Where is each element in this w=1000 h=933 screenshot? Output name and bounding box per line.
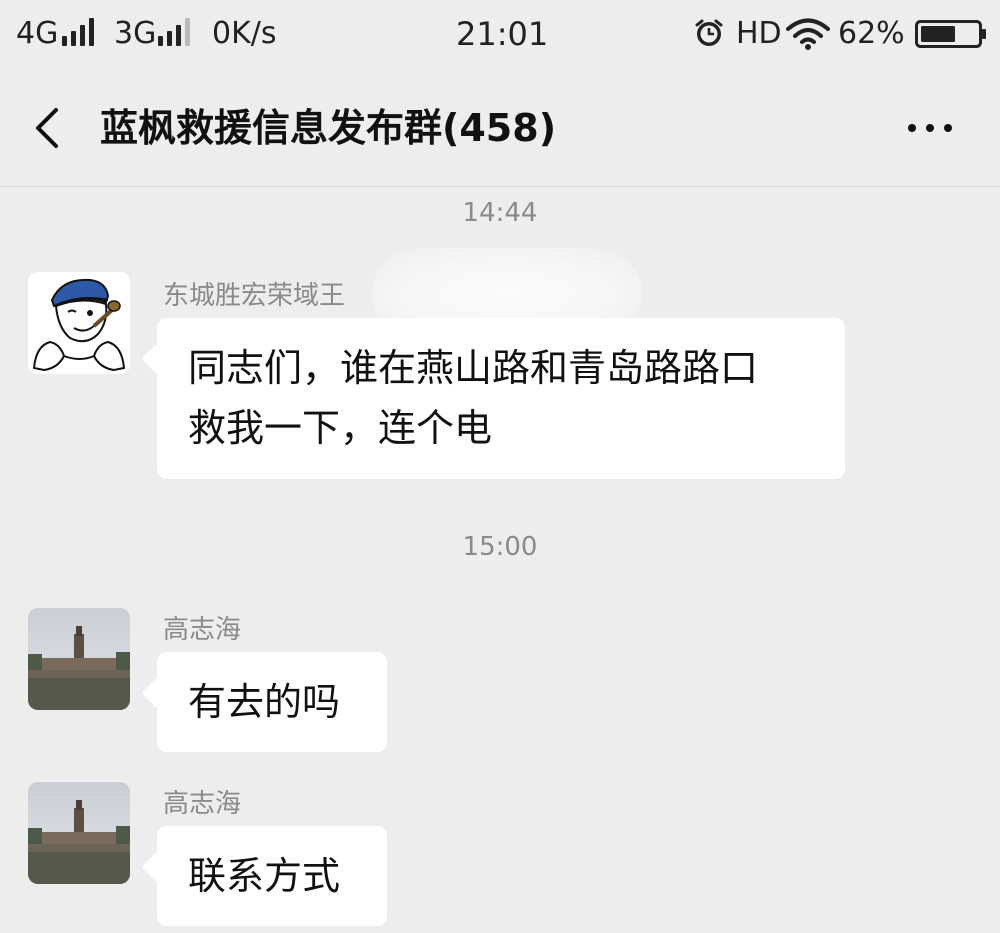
cartoon-sailor-avatar-icon xyxy=(28,272,130,374)
battery-percent: 62% xyxy=(838,16,905,51)
avatar[interactable] xyxy=(28,782,130,884)
hd-indicator: HD xyxy=(736,16,782,51)
battery-icon xyxy=(915,20,986,48)
back-chevron-icon[interactable] xyxy=(28,104,68,152)
avatar[interactable] xyxy=(28,608,130,710)
message-text-line: 有去的吗 xyxy=(188,680,341,724)
network-type-4g: 4G xyxy=(16,16,59,51)
message-text-line: 救我一下，连个电 xyxy=(188,406,493,450)
message-text-line: 同志们，谁在燕山路和青岛路路口 xyxy=(188,346,759,390)
message-timestamp: 14:44 xyxy=(462,198,538,228)
network-speed: 0K/s xyxy=(212,16,277,51)
chat-title: 蓝枫救援信息发布群(458) xyxy=(100,106,557,150)
sender-name: 高志海 xyxy=(163,615,242,645)
landscape-building-avatar-icon xyxy=(28,782,130,884)
status-time: 21:01 xyxy=(456,15,549,53)
sender-name: 东城胜宏荣域王 xyxy=(163,281,346,311)
alarm-icon xyxy=(695,19,723,46)
chat-header: 蓝枫救援信息发布群(458) xyxy=(0,70,1000,187)
message-text-line: 联系方式 xyxy=(188,854,341,898)
signal-icon xyxy=(62,18,102,46)
message-bubble[interactable]: 同志们，谁在燕山路和青岛路路口 救我一下，连个电 xyxy=(157,318,845,479)
avatar[interactable] xyxy=(28,272,130,374)
signal-icon xyxy=(158,18,198,46)
landscape-building-avatar-icon xyxy=(28,608,130,710)
message-bubble[interactable]: 联系方式 xyxy=(157,826,387,926)
network-type-3g: 3G xyxy=(114,16,157,51)
status-bar: 4G 3G 0K/s 21:01 HD 62% xyxy=(0,0,1000,70)
more-icon[interactable] xyxy=(900,114,960,142)
message-timestamp: 15:00 xyxy=(462,532,538,562)
message-bubble[interactable]: 有去的吗 xyxy=(157,652,387,752)
sender-name: 高志海 xyxy=(163,789,242,819)
wifi-icon xyxy=(786,18,830,50)
